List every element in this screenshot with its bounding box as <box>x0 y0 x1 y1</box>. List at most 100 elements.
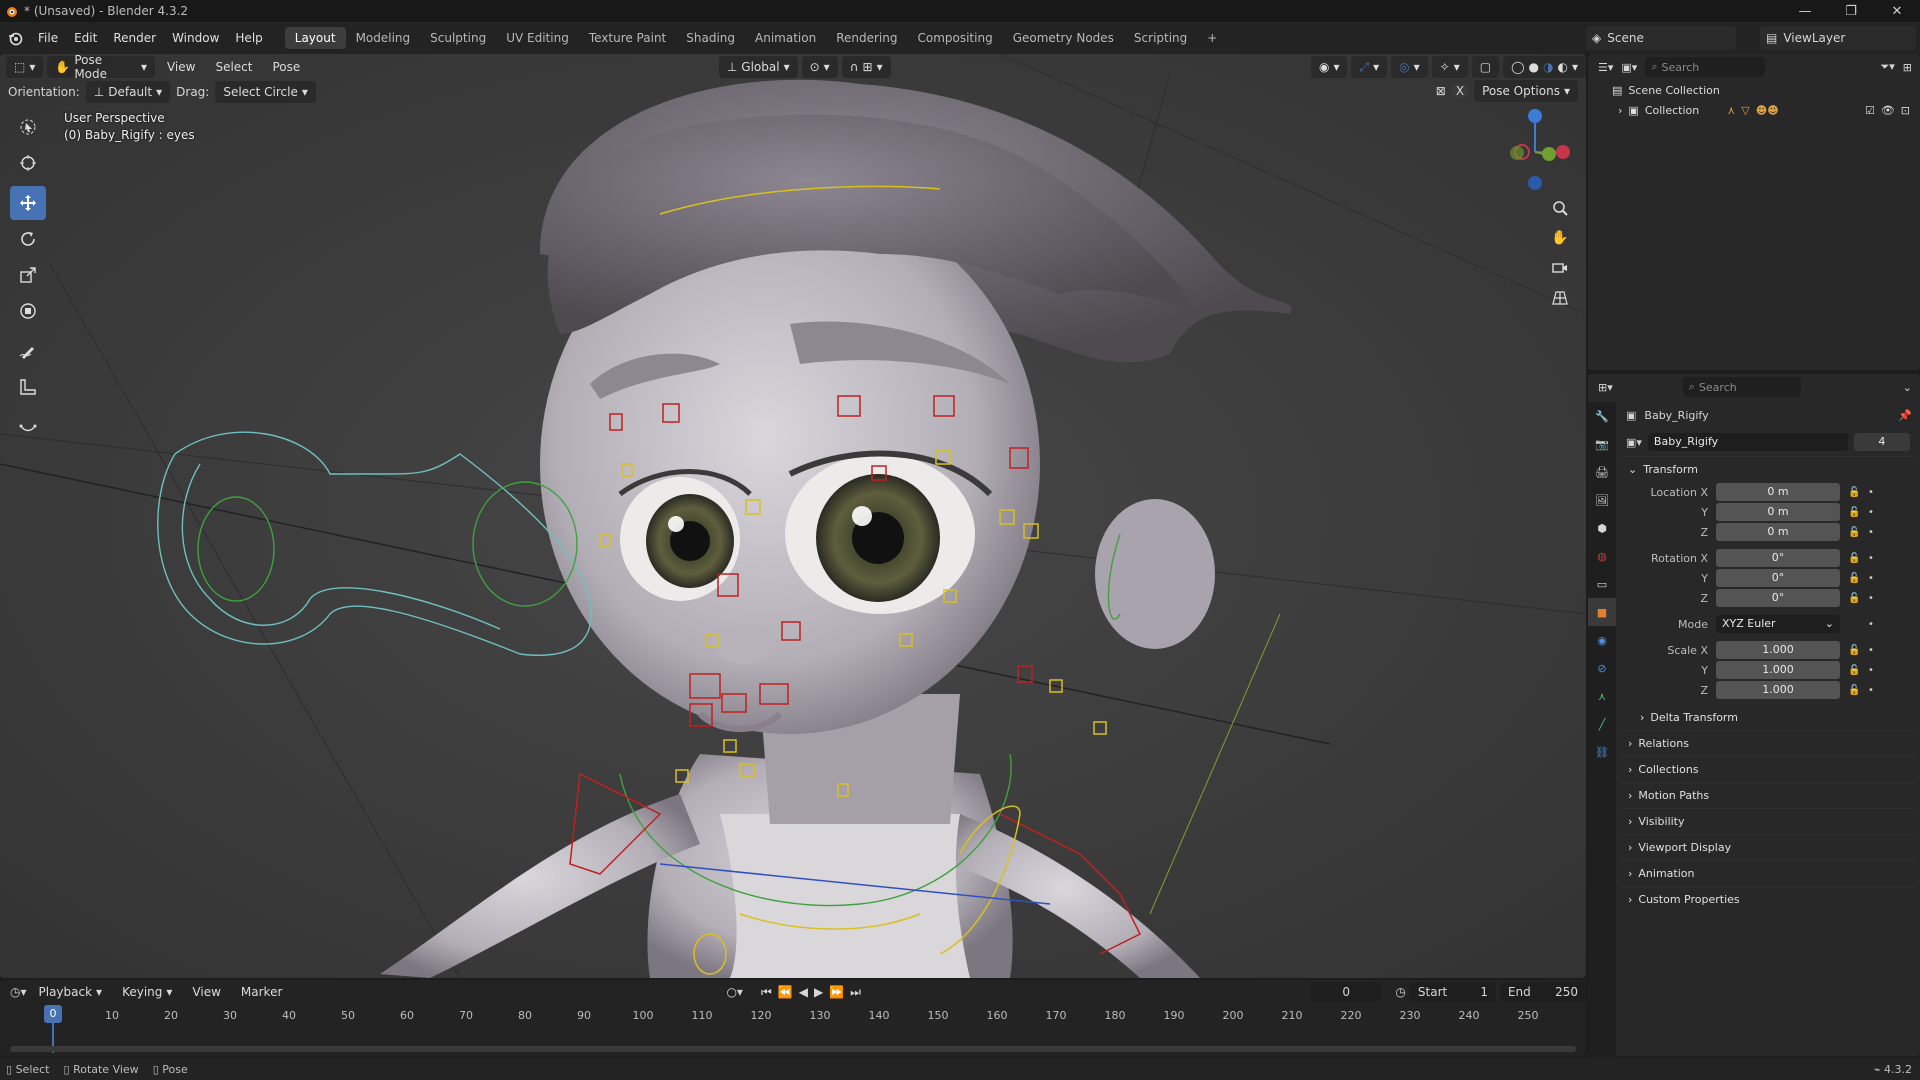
editor-type-button[interactable]: ⬚ ▾ <box>6 56 44 78</box>
viewport-menu-select[interactable]: Select <box>207 56 260 78</box>
lock-icon[interactable]: 🔓 <box>1848 593 1860 604</box>
material-shading-icon[interactable]: ◑ <box>1543 60 1553 74</box>
lock-icon[interactable]: 🔓 <box>1848 645 1860 656</box>
lock-icon[interactable]: 🔓 <box>1848 665 1860 676</box>
render-tab-icon[interactable]: 📷 <box>1588 430 1616 458</box>
move-tool-icon[interactable] <box>10 186 46 220</box>
playhead[interactable]: 0 <box>44 1005 62 1023</box>
tab-layout[interactable]: Layout <box>284 27 346 49</box>
menu-file[interactable]: File <box>30 27 66 49</box>
timeline-menu-view[interactable]: View <box>184 981 228 1003</box>
bone-overlay-button[interactable]: ✧ ▾ <box>1431 56 1468 78</box>
modifiers-tab-icon[interactable]: ◉ <box>1588 626 1616 654</box>
scale-x-field[interactable]: 1.000 <box>1716 641 1840 659</box>
checkbox-icon[interactable]: ☑ <box>1865 104 1875 117</box>
viewport-menu-view[interactable]: View <box>159 56 203 78</box>
location-y-field[interactable]: 0 m <box>1716 503 1840 521</box>
pan-hand-icon[interactable]: ✋ <box>1546 224 1574 252</box>
tab-uv-editing[interactable]: UV Editing <box>496 27 579 49</box>
rotation-y-field[interactable]: 0° <box>1716 569 1840 587</box>
wireframe-shading-icon[interactable]: ◯ <box>1511 60 1524 74</box>
lock-icon[interactable]: 🔓 <box>1848 573 1860 584</box>
timeline-menu-marker[interactable]: Marker <box>233 981 290 1003</box>
drag-dropdown[interactable]: Select Circle ▾ <box>215 81 316 103</box>
timeline-menu-keying[interactable]: Keying ▾ <box>114 981 180 1003</box>
3d-viewport[interactable]: ⬚ ▾ ✋ Pose Mode ▾ View Select Pose ⊥ Globa… <box>0 54 1586 978</box>
maximize-icon[interactable]: ❐ <box>1828 0 1874 22</box>
prev-keyframe-icon[interactable]: ⏪ <box>778 985 799 999</box>
menu-window[interactable]: Window <box>164 27 227 49</box>
visibility-panel-header[interactable]: › Visibility <box>1618 808 1918 834</box>
armature-data-tab-icon[interactable]: ⋏ <box>1588 682 1616 710</box>
visibility-button[interactable]: ◉ ▾ <box>1310 56 1348 78</box>
tab-compositing[interactable]: Compositing <box>907 27 1002 49</box>
menu-edit[interactable]: Edit <box>66 27 105 49</box>
lock-icon[interactable]: 🔓 <box>1848 685 1860 696</box>
tab-rendering[interactable]: Rendering <box>826 27 907 49</box>
keyframe-dot-icon[interactable]: • <box>1868 487 1874 498</box>
pin-icon[interactable]: 📌 <box>1898 409 1912 422</box>
add-workspace-icon[interactable]: + <box>1197 27 1227 49</box>
rotation-x-field[interactable]: 0° <box>1716 549 1840 567</box>
animation-panel-header[interactable]: › Animation <box>1618 860 1918 886</box>
next-keyframe-icon[interactable]: ⏩ <box>829 985 850 999</box>
constraints-tab-icon[interactable]: ⊘ <box>1588 654 1616 682</box>
blender-menu-icon[interactable] <box>0 22 30 54</box>
scale-z-field[interactable]: 1.000 <box>1716 681 1840 699</box>
lock-icon[interactable]: 🔓 <box>1848 487 1860 498</box>
properties-editor-icon[interactable]: ⊞▾ <box>1598 381 1613 394</box>
rendered-shading-icon[interactable]: ◐ <box>1557 60 1567 74</box>
visibility-eye-icon[interactable]: 👁 <box>1881 104 1895 117</box>
lock-icon[interactable]: 🔓 <box>1848 527 1860 538</box>
timeline-editor-icon[interactable]: ◷▾ <box>10 985 27 999</box>
new-collection-icon[interactable]: ⊞ <box>1903 61 1912 74</box>
view-layer-tab-icon[interactable]: 🖼 <box>1588 486 1616 514</box>
rotate-tool-icon[interactable] <box>10 222 46 256</box>
play-icon[interactable]: ▶ <box>814 985 829 999</box>
keyframe-dot-icon[interactable]: • <box>1868 645 1874 656</box>
transform-tool-icon[interactable] <box>10 294 46 328</box>
zoom-icon[interactable] <box>1546 194 1574 222</box>
tab-geometry-nodes[interactable]: Geometry Nodes <box>1003 27 1124 49</box>
x-mirror-toggle[interactable]: X <box>1451 84 1469 98</box>
datablock-browse-icon[interactable]: ▣▾ <box>1626 436 1642 449</box>
relations-panel-header[interactable]: › Relations <box>1618 730 1918 756</box>
output-tab-icon[interactable]: 🖨 <box>1588 458 1616 486</box>
transform-panel-header[interactable]: ⌄ Transform <box>1618 456 1918 482</box>
scale-tool-icon[interactable] <box>10 258 46 292</box>
render-camera-icon[interactable]: ⊡ <box>1901 104 1910 117</box>
snapping-icon[interactable]: ⊠ <box>1436 84 1446 98</box>
bone-constraints-tab-icon[interactable]: ⛓ <box>1588 738 1616 766</box>
shading-buttons[interactable]: ◯ ● ◑ ◐ ▾ <box>1503 56 1586 78</box>
menu-render[interactable]: Render <box>105 27 164 49</box>
play-reverse-icon[interactable]: ◀ <box>799 985 814 999</box>
transform-orientation-selector[interactable]: ⊥ Global ▾ <box>718 56 798 78</box>
mode-selector[interactable]: ✋ Pose Mode ▾ <box>47 54 155 81</box>
motion-paths-panel-header[interactable]: › Motion Paths <box>1618 782 1918 808</box>
menu-help[interactable]: Help <box>227 27 270 49</box>
lock-icon[interactable]: 🔓 <box>1848 507 1860 518</box>
close-icon[interactable]: ✕ <box>1874 0 1920 22</box>
tab-sculpting[interactable]: Sculpting <box>420 27 496 49</box>
annotate-tool-icon[interactable] <box>10 334 46 368</box>
scene-selector[interactable]: ◈ Scene <box>1586 26 1736 50</box>
world-tab-icon[interactable]: ◍ <box>1588 542 1616 570</box>
tab-scripting[interactable]: Scripting <box>1124 27 1197 49</box>
outliner-scene-collection[interactable]: ▤ Scene Collection <box>1588 80 1920 100</box>
keyframe-dot-icon[interactable]: • <box>1868 685 1874 696</box>
lock-icon[interactable]: 🔓 <box>1848 553 1860 564</box>
scene-tab-icon[interactable]: ⬢ <box>1588 514 1616 542</box>
timeline-scrollbar[interactable] <box>10 1046 1576 1052</box>
keyframe-dot-icon[interactable]: • <box>1868 573 1874 584</box>
rotation-mode-dropdown[interactable]: XYZ Euler ⌄ <box>1716 615 1840 633</box>
datablock-name-field[interactable]: Baby_Rigify <box>1647 433 1848 451</box>
camera-view-icon[interactable] <box>1546 254 1574 282</box>
timeline-ruler[interactable]: 10 20 30 40 50 60 70 80 90 100 110 120 1… <box>0 1006 1586 1026</box>
end-frame-field[interactable]: End 250 <box>1499 982 1586 1002</box>
jump-start-icon[interactable]: ⏮ <box>761 985 778 999</box>
display-mode-icon[interactable]: ▣▾ <box>1621 61 1637 74</box>
tool-tab-icon[interactable]: 🔧 <box>1588 402 1616 430</box>
viewport-display-panel-header[interactable]: › Viewport Display <box>1618 834 1918 860</box>
keyframe-dot-icon[interactable]: • <box>1868 665 1874 676</box>
cursor-tool-icon[interactable] <box>10 146 46 180</box>
